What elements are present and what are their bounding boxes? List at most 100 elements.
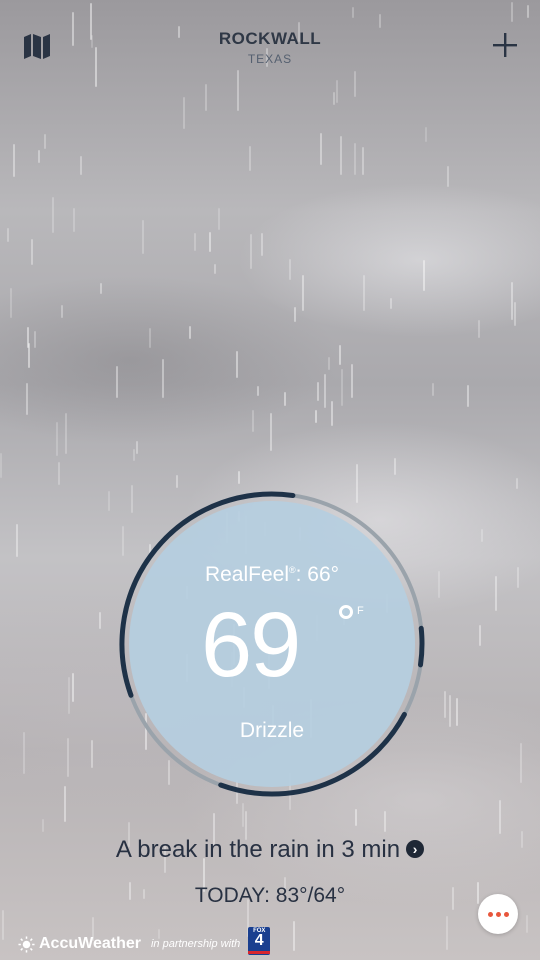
- rain-streak: [456, 698, 458, 726]
- rain-streak: [252, 410, 254, 432]
- rain-streak: [478, 320, 480, 338]
- more-options-button[interactable]: [478, 894, 518, 934]
- rain-streak: [261, 233, 263, 256]
- rain-streak: [31, 239, 33, 265]
- rain-overlay: [0, 0, 540, 960]
- partner-text: in partnership with: [150, 938, 241, 950]
- location-header[interactable]: ROCKWALL TEXAS: [0, 29, 540, 66]
- rain-streak: [481, 529, 483, 542]
- realfeel-readout: RealFeel®: 66°: [115, 563, 429, 587]
- rain-streak: [351, 364, 353, 398]
- rain-streak: [16, 524, 18, 557]
- current-conditions-dial[interactable]: RealFeel®: 66° 69 F Drizzle: [115, 487, 429, 801]
- degree-symbol: [339, 605, 353, 619]
- rain-streak: [238, 471, 240, 484]
- rain-streak: [218, 208, 220, 230]
- accuweather-sun-icon: [18, 935, 35, 953]
- rain-streak: [23, 732, 25, 774]
- rain-streak: [116, 366, 118, 398]
- rain-streak: [499, 800, 501, 834]
- top-bar: ROCKWALL TEXAS: [0, 0, 540, 90]
- rain-streak: [315, 410, 317, 423]
- rain-streak: [526, 915, 528, 933]
- rain-streak: [363, 275, 365, 311]
- rain-streak: [362, 147, 364, 175]
- rain-streak: [99, 612, 101, 629]
- today-high-low: TODAY: 83°/64°: [194, 884, 346, 907]
- rain-streak: [438, 571, 440, 598]
- rain-streak: [384, 811, 386, 832]
- add-location-button[interactable]: [490, 30, 520, 60]
- rain-streak: [339, 345, 341, 365]
- rain-streak: [67, 738, 69, 777]
- rain-streak: [194, 233, 196, 251]
- rain-streak: [10, 288, 12, 318]
- rain-streak: [162, 359, 164, 398]
- rain-streak: [289, 259, 291, 280]
- rain-streak: [42, 819, 44, 832]
- more-dots-icon: [488, 912, 493, 917]
- footer-branding: AccuWeather in partnership with FOX 4: [18, 927, 271, 956]
- rain-streak: [100, 283, 102, 294]
- more-dots-icon: [504, 912, 509, 917]
- rain-streak: [423, 260, 425, 291]
- rain-streak: [317, 382, 319, 401]
- rain-streak: [449, 695, 451, 727]
- rain-streak: [320, 133, 322, 165]
- rain-streak: [189, 326, 191, 339]
- rain-streak: [446, 916, 448, 950]
- rain-streak: [26, 383, 28, 415]
- rain-streak: [68, 677, 70, 714]
- minutecast-text: A break in the rain in 3 min: [115, 836, 401, 863]
- rain-streak: [432, 383, 434, 396]
- rain-streak: [249, 146, 251, 171]
- rain-streak: [214, 264, 216, 274]
- rain-streak: [34, 331, 36, 348]
- registered-mark: ®: [288, 565, 296, 575]
- rain-streak: [108, 491, 110, 511]
- rain-streak: [2, 910, 4, 940]
- rain-streak: [257, 386, 259, 396]
- rain-streak: [390, 298, 392, 309]
- chevron-right-icon: ›: [406, 840, 425, 858]
- rain-streak: [58, 462, 60, 485]
- rain-streak: [44, 134, 46, 149]
- rain-streak: [294, 307, 296, 322]
- fox-logo-number: 4: [254, 932, 264, 949]
- rain-streak: [331, 401, 333, 426]
- rain-streak: [73, 208, 75, 232]
- rain-streak: [80, 156, 82, 175]
- rain-streak: [447, 166, 449, 187]
- rain-streak: [183, 97, 185, 129]
- more-dots-icon: [496, 912, 501, 917]
- rain-streak: [142, 220, 144, 254]
- realfeel-value: : 66°: [295, 563, 340, 586]
- city-name: ROCKWALL: [218, 29, 322, 48]
- rain-streak: [394, 458, 396, 475]
- current-temperature: 69: [201, 594, 301, 696]
- rain-streak: [250, 234, 252, 269]
- rain-streak: [514, 302, 516, 326]
- rain-streak: [324, 374, 326, 408]
- rain-streak: [149, 328, 151, 348]
- rain-streak: [467, 385, 469, 407]
- rain-streak: [479, 625, 481, 646]
- realfeel-label: RealFeel: [204, 563, 289, 586]
- rain-streak: [495, 576, 497, 611]
- rain-streak: [72, 673, 74, 702]
- rain-streak: [425, 127, 427, 142]
- rain-streak: [7, 228, 9, 242]
- rain-streak: [209, 232, 211, 252]
- minutecast-link[interactable]: A break in the rain in 3 min ›: [0, 836, 540, 864]
- rain-streak: [136, 441, 138, 454]
- rain-streak: [517, 567, 519, 588]
- rain-streak: [354, 143, 356, 175]
- rain-streak: [242, 803, 244, 827]
- rain-streak: [270, 413, 272, 451]
- rain-streak: [28, 343, 30, 368]
- rain-streak: [444, 691, 446, 718]
- state-name: TEXAS: [247, 52, 293, 66]
- fox-logo-stripe: [248, 951, 271, 954]
- rain-streak: [293, 921, 295, 951]
- rain-streak: [340, 136, 342, 175]
